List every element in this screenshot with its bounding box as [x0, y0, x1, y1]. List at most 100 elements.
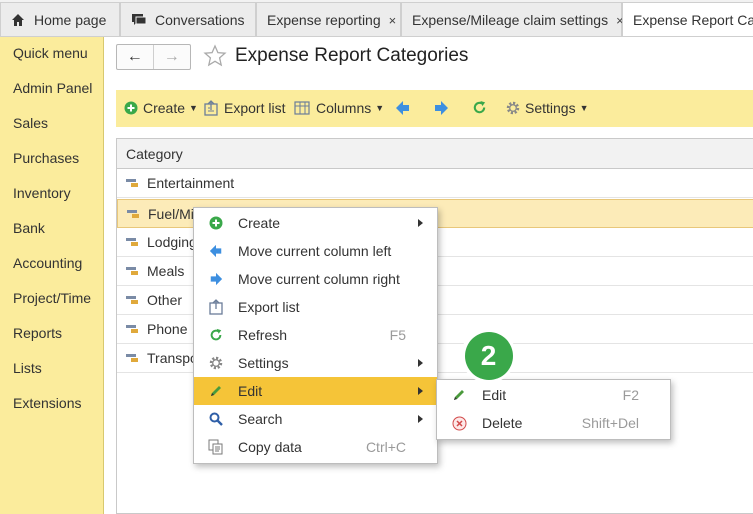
- row-label: Transpo: [147, 350, 198, 366]
- close-icon[interactable]: ×: [389, 13, 397, 28]
- submenu-arrow-icon: [418, 387, 423, 395]
- column-header-category[interactable]: Category: [126, 146, 183, 162]
- submenu-item-label: Delete: [482, 415, 523, 431]
- refresh-icon: [208, 327, 224, 343]
- row-label: Phone: [147, 321, 188, 337]
- menu-item-label: Move current column right: [238, 271, 400, 287]
- menu-item-create[interactable]: Create: [194, 209, 437, 237]
- tab-label: Expense Report Cat: [633, 11, 753, 28]
- tab-conversations[interactable]: Conversations: [120, 2, 256, 36]
- row-item-icon: [126, 325, 138, 333]
- star-icon[interactable]: [203, 44, 227, 68]
- submenu-arrow-icon: [418, 359, 423, 367]
- menu-item-move-column-right[interactable]: Move current column right: [194, 265, 437, 293]
- menu-item-refresh[interactable]: Refresh F5: [194, 321, 437, 349]
- menu-item-label: Create: [238, 215, 281, 231]
- page-title: Expense Report Categories: [235, 45, 469, 66]
- tab-label: Expense reporting: [267, 12, 381, 28]
- row-label: Entertainment: [147, 175, 235, 191]
- row-label: Meals: [147, 263, 185, 279]
- row-label: Lodging: [147, 234, 197, 250]
- submenu-arrow-icon: [418, 219, 423, 227]
- chevron-down-icon: ▼: [189, 103, 198, 113]
- pencil-icon: [451, 387, 467, 403]
- tab-expense-reporting[interactable]: Expense reporting ×: [256, 2, 401, 36]
- arrow-left-icon: [396, 101, 409, 115]
- sidebar-item-accounting[interactable]: Accounting: [13, 255, 82, 271]
- context-menu: Create Move current column left Move cur…: [193, 207, 438, 464]
- row-item-icon: [126, 238, 138, 246]
- chevron-down-icon: ▼: [375, 103, 385, 113]
- sidebar-item-sales[interactable]: Sales: [13, 115, 48, 131]
- table-header: Category: [117, 139, 753, 169]
- sidebar-item-lists[interactable]: Lists: [13, 360, 42, 376]
- tab-expense-report-categories[interactable]: Expense Report Cat: [622, 2, 753, 36]
- table-row[interactable]: Entertainment: [117, 169, 753, 198]
- move-column-left-button[interactable]: [395, 100, 411, 116]
- menu-item-export-list[interactable]: Export list: [194, 293, 437, 321]
- menu-item-copy-data[interactable]: Copy data Ctrl+C: [194, 433, 437, 461]
- refresh-icon: [473, 100, 486, 114]
- tab-label: Home page: [34, 12, 107, 28]
- sidebar-item-quick-menu[interactable]: Quick menu: [13, 45, 88, 61]
- copy-icon: [208, 439, 224, 455]
- menu-item-search[interactable]: Search: [194, 405, 437, 433]
- settings-button[interactable]: Settings ▼: [505, 100, 589, 116]
- back-button[interactable]: ←: [117, 45, 154, 69]
- history-nav: ← →: [116, 44, 191, 70]
- menu-item-label: Move current column left: [238, 243, 392, 259]
- sidebar-item-purchases[interactable]: Purchases: [13, 150, 79, 166]
- gear-icon: [506, 101, 520, 115]
- export-icon: [204, 100, 218, 116]
- tab-bar: Home page Conversations Expense reportin…: [0, 0, 753, 37]
- search-icon: [208, 411, 224, 427]
- submenu-item-shortcut: F2: [622, 387, 639, 403]
- sidebar-item-extensions[interactable]: Extensions: [13, 395, 81, 411]
- move-column-right-button[interactable]: [433, 100, 449, 116]
- menu-item-edit[interactable]: Edit: [194, 377, 437, 405]
- tab-expense-mileage-claim-settings[interactable]: Expense/Mileage claim settings ×: [401, 2, 624, 36]
- columns-button[interactable]: Columns ▼: [294, 100, 384, 116]
- sidebar-item-inventory[interactable]: Inventory: [13, 185, 71, 201]
- submenu-item-delete[interactable]: Delete Shift+Del: [437, 409, 670, 437]
- arrow-right-icon: [435, 101, 448, 115]
- step-badge: 2: [461, 328, 516, 383]
- chevron-down-icon: ▼: [579, 103, 589, 113]
- row-item-icon: [126, 354, 138, 362]
- sidebar-item-bank[interactable]: Bank: [13, 220, 45, 236]
- arrow-right-icon: [208, 271, 224, 287]
- menu-item-shortcut: F5: [389, 327, 406, 343]
- menu-item-label: Copy data: [238, 439, 302, 455]
- plus-circle-icon: [124, 101, 138, 115]
- menu-item-move-column-left[interactable]: Move current column left: [194, 237, 437, 265]
- submenu-item-edit[interactable]: Edit F2: [437, 381, 670, 409]
- create-button[interactable]: Create ▼: [124, 100, 198, 116]
- sidebar: Quick menu Admin Panel Sales Purchases I…: [0, 37, 104, 514]
- menu-item-settings[interactable]: Settings: [194, 349, 437, 377]
- sidebar-item-admin-panel[interactable]: Admin Panel: [13, 80, 92, 96]
- menu-item-label: Export list: [238, 299, 300, 315]
- export-icon: [208, 299, 224, 315]
- menu-item-label: Settings: [238, 355, 289, 371]
- settings-label: Settings: [525, 100, 576, 116]
- tab-label: Expense/Mileage claim settings: [412, 12, 609, 28]
- toolbar: Create ▼ Export list Columns ▼ Settings …: [116, 90, 753, 127]
- submenu-arrow-icon: [418, 415, 423, 423]
- menu-item-label: Search: [238, 411, 283, 427]
- row-label: Fuel/Mil: [148, 206, 198, 222]
- step-number: 2: [464, 331, 513, 380]
- refresh-button[interactable]: [472, 100, 487, 115]
- delete-icon: [451, 415, 467, 431]
- forward-button[interactable]: →: [154, 45, 191, 69]
- row-item-icon: [127, 210, 139, 218]
- menu-item-label: Edit: [238, 383, 263, 399]
- export-list-button[interactable]: Export list: [203, 100, 285, 116]
- menu-item-label: Refresh: [238, 327, 288, 343]
- menu-item-shortcut: Ctrl+C: [365, 439, 406, 455]
- create-label: Create: [143, 100, 186, 116]
- sidebar-item-project-time[interactable]: Project/Time: [13, 290, 91, 306]
- arrow-left-icon: [208, 243, 224, 259]
- sidebar-item-reports[interactable]: Reports: [13, 325, 62, 341]
- columns-label: Columns: [316, 100, 372, 116]
- tab-home-page[interactable]: Home page: [0, 2, 120, 36]
